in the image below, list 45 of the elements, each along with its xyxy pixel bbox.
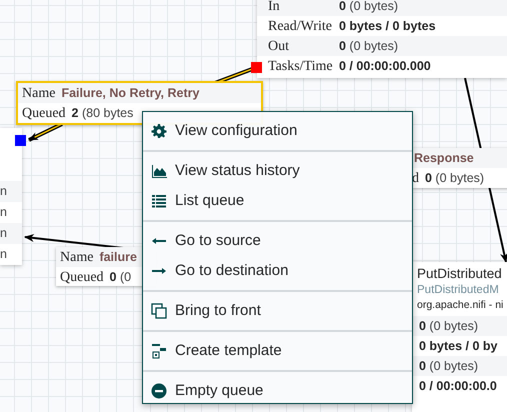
queued-value: 0 (0 bytes) <box>425 170 484 187</box>
stat-value: n <box>0 246 7 264</box>
menu-item[interactable]: Go to destination <box>143 256 412 286</box>
stat-value: 0 (0 bytes) <box>419 358 478 375</box>
field-label: Name <box>22 84 56 102</box>
processor-name: PutDistributed <box>417 265 503 283</box>
stat-label: Out <box>267 38 290 56</box>
menu-item[interactable]: List queue <box>143 186 412 216</box>
stat-label: Tasks/Time <box>267 58 334 76</box>
processor-type: PutDistributedM <box>417 283 500 298</box>
connection-name: failure <box>99 248 137 266</box>
menu-item[interactable]: Bring to front <box>143 296 412 326</box>
stat-label: In <box>267 0 281 16</box>
stat-value: 0 bytes / 0 by <box>419 338 498 355</box>
stat-value: n <box>0 225 7 242</box>
stat-value: 0 / 00:00:00.000 <box>339 58 431 75</box>
template-icon <box>151 343 167 359</box>
stat-value: 0 bytes / 0 bytes <box>339 18 436 35</box>
queued-value: 0 (0 <box>110 268 132 286</box>
stat-value: n <box>0 183 7 200</box>
list-icon <box>151 193 167 209</box>
output-port-handle <box>251 62 262 73</box>
queued-value: 2 (80 bytes <box>72 104 134 122</box>
copy-icon <box>151 303 167 319</box>
menu-item[interactable]: View status history <box>143 156 412 186</box>
input-port-handle <box>15 135 26 146</box>
menu-item[interactable]: Create template <box>143 336 412 366</box>
stat-value: 0 (0 bytes) <box>419 318 478 335</box>
minus-circle-icon <box>151 383 167 399</box>
stat-value: n <box>0 204 7 222</box>
connection-name: Response <box>414 150 474 167</box>
menu-item[interactable]: View configuration <box>143 116 412 146</box>
bundle-label: org.apache.nifi - ni <box>417 298 504 312</box>
stat-value: 0 / 00:00:00.0 <box>419 378 497 395</box>
connection-name: Failure, No Retry, Retry <box>61 84 200 102</box>
stat-value: 0 (0 bytes) <box>339 0 398 15</box>
stat-value: 0 (0 bytes) <box>339 38 398 55</box>
area-chart-icon <box>151 163 167 179</box>
field-label: Name <box>60 248 94 266</box>
field-label: Queued <box>22 104 66 122</box>
menu-item[interactable]: Go to source <box>143 226 412 256</box>
settings-icon <box>151 123 167 139</box>
field-label: Queued <box>60 268 104 286</box>
menu-item[interactable]: Empty queue <box>143 376 412 406</box>
stat-label: Read/Write <box>267 18 333 36</box>
